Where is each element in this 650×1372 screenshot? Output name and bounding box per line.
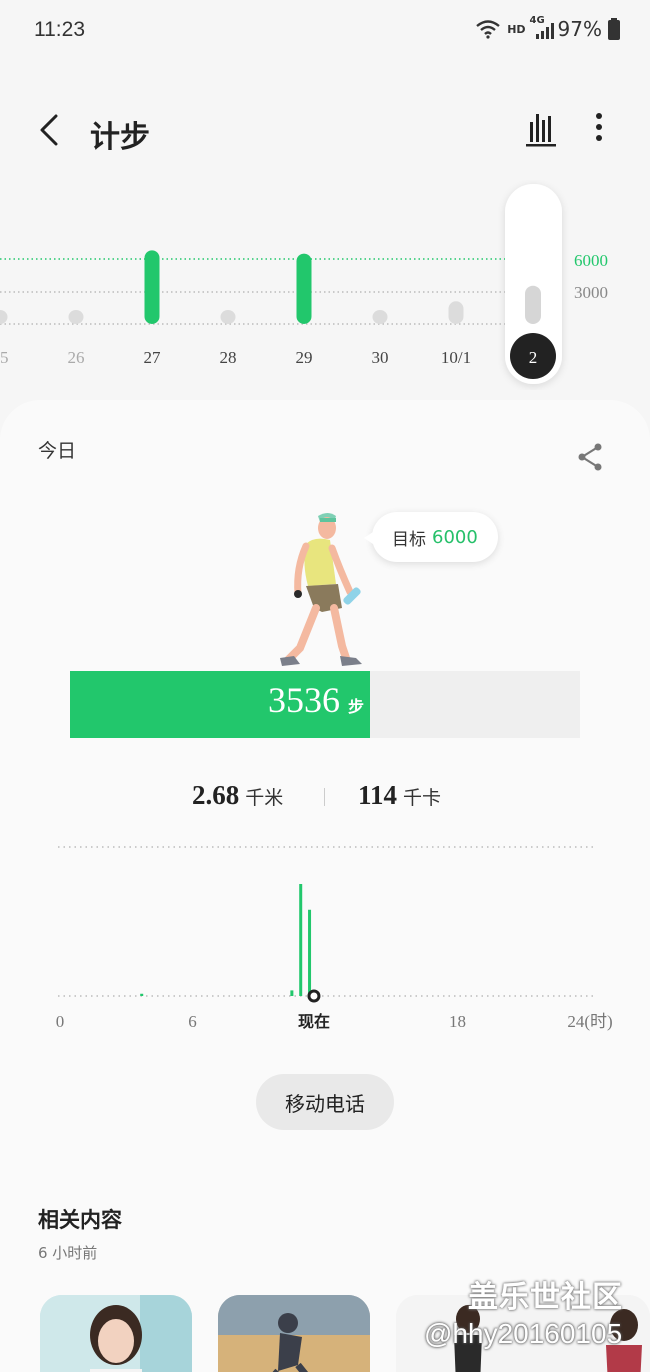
goal-line-label: 6000 <box>574 251 608 270</box>
related-content-title: 相关内容 <box>38 1208 122 1232</box>
status-icons: HD 4G 97% <box>475 15 620 41</box>
runner-image <box>218 1295 370 1372</box>
distance-unit: 千米 <box>245 787 284 809</box>
week-bar[interactable] <box>448 301 464 324</box>
signal-icon: 4G <box>530 15 554 39</box>
week-bar[interactable] <box>296 253 312 324</box>
hourly-bar <box>140 993 144 996</box>
hour-axis-label: 24(时) <box>567 1012 612 1031</box>
page-title: 计步 <box>90 120 150 155</box>
hour-axis-label: 6 <box>188 1012 197 1031</box>
battery-icon <box>608 18 620 40</box>
week-day-label[interactable]: 2 <box>529 348 538 367</box>
hourly-bar <box>290 990 294 996</box>
week-bar[interactable] <box>0 310 8 324</box>
week-day-label[interactable]: 27 <box>144 348 162 367</box>
week-day-label[interactable]: 25 <box>0 348 9 367</box>
goal-value: 6000 <box>432 526 478 548</box>
week-bar[interactable] <box>525 285 541 324</box>
week-bar[interactable] <box>220 310 236 324</box>
week-day-label[interactable]: 29 <box>296 348 313 367</box>
week-day-label[interactable]: 26 <box>68 348 85 367</box>
week-bar[interactable] <box>144 250 160 324</box>
week-bar[interactable] <box>68 310 84 324</box>
distance-value: 2.68 <box>192 780 240 810</box>
hour-axis-label: 0 <box>56 1012 65 1031</box>
hourly-steps-chart: 0 6 现在 18 24(时) <box>56 846 613 1031</box>
goal-bubble[interactable]: 目标 6000 <box>364 512 498 562</box>
calories-value: 114 <box>358 780 398 810</box>
week-bar[interactable] <box>372 310 388 324</box>
watermark-site: 盖乐世社区 <box>468 1280 623 1315</box>
related-card-1[interactable] <box>40 1295 192 1372</box>
related-content-time: 6 小时前 <box>38 1244 98 1262</box>
device-source-button[interactable]: 移动电话 <box>256 1074 394 1130</box>
hour-axis-label: 现在 <box>298 1012 330 1031</box>
weekly-steps-chart[interactable]: 6000 3000 25 26 27 28 29 30 10/1 2 <box>0 180 650 390</box>
stats-divider <box>324 788 325 806</box>
status-bar: 11:23 HD 4G 97% <box>0 0 650 62</box>
related-card-2[interactable] <box>218 1295 370 1372</box>
steps-value: 3536 <box>267 680 340 720</box>
daily-stats: 2.68 千米 114 千卡 <box>0 780 650 820</box>
distance-stat: 2.68 千米 <box>192 780 283 811</box>
share-icon[interactable] <box>574 441 606 473</box>
trends-chart-icon[interactable] <box>522 110 560 148</box>
back-arrow-icon[interactable] <box>30 110 70 150</box>
watermark-user: @hhy20160105 <box>424 1318 623 1349</box>
steps-progress-bar: 3536 步 <box>70 671 580 738</box>
hour-axis-label: 18 <box>449 1012 466 1031</box>
calories-stat: 114 千卡 <box>358 780 441 811</box>
goal-label: 目标 <box>392 529 426 550</box>
week-day-label[interactable]: 10/1 <box>441 348 471 367</box>
today-label: 今日 <box>38 440 77 462</box>
woman-portrait-image <box>40 1295 192 1372</box>
more-options-icon[interactable] <box>585 108 613 148</box>
mid-line-label: 3000 <box>574 283 608 302</box>
app-bar: 计步 <box>0 100 650 160</box>
hourly-bar <box>299 884 303 996</box>
now-marker <box>307 989 321 1003</box>
week-day-label[interactable]: 30 <box>372 348 389 367</box>
status-time: 11:23 <box>34 18 85 41</box>
steps-unit: 步 <box>347 697 364 716</box>
week-day-label[interactable]: 28 <box>220 348 237 367</box>
wifi-icon <box>476 20 500 39</box>
steps-count: 3536 步 <box>268 679 364 721</box>
hourly-bar <box>308 909 312 996</box>
calories-unit: 千卡 <box>403 787 442 809</box>
hd-indicator: HD <box>507 22 526 36</box>
battery-text: 97% <box>557 17 602 41</box>
